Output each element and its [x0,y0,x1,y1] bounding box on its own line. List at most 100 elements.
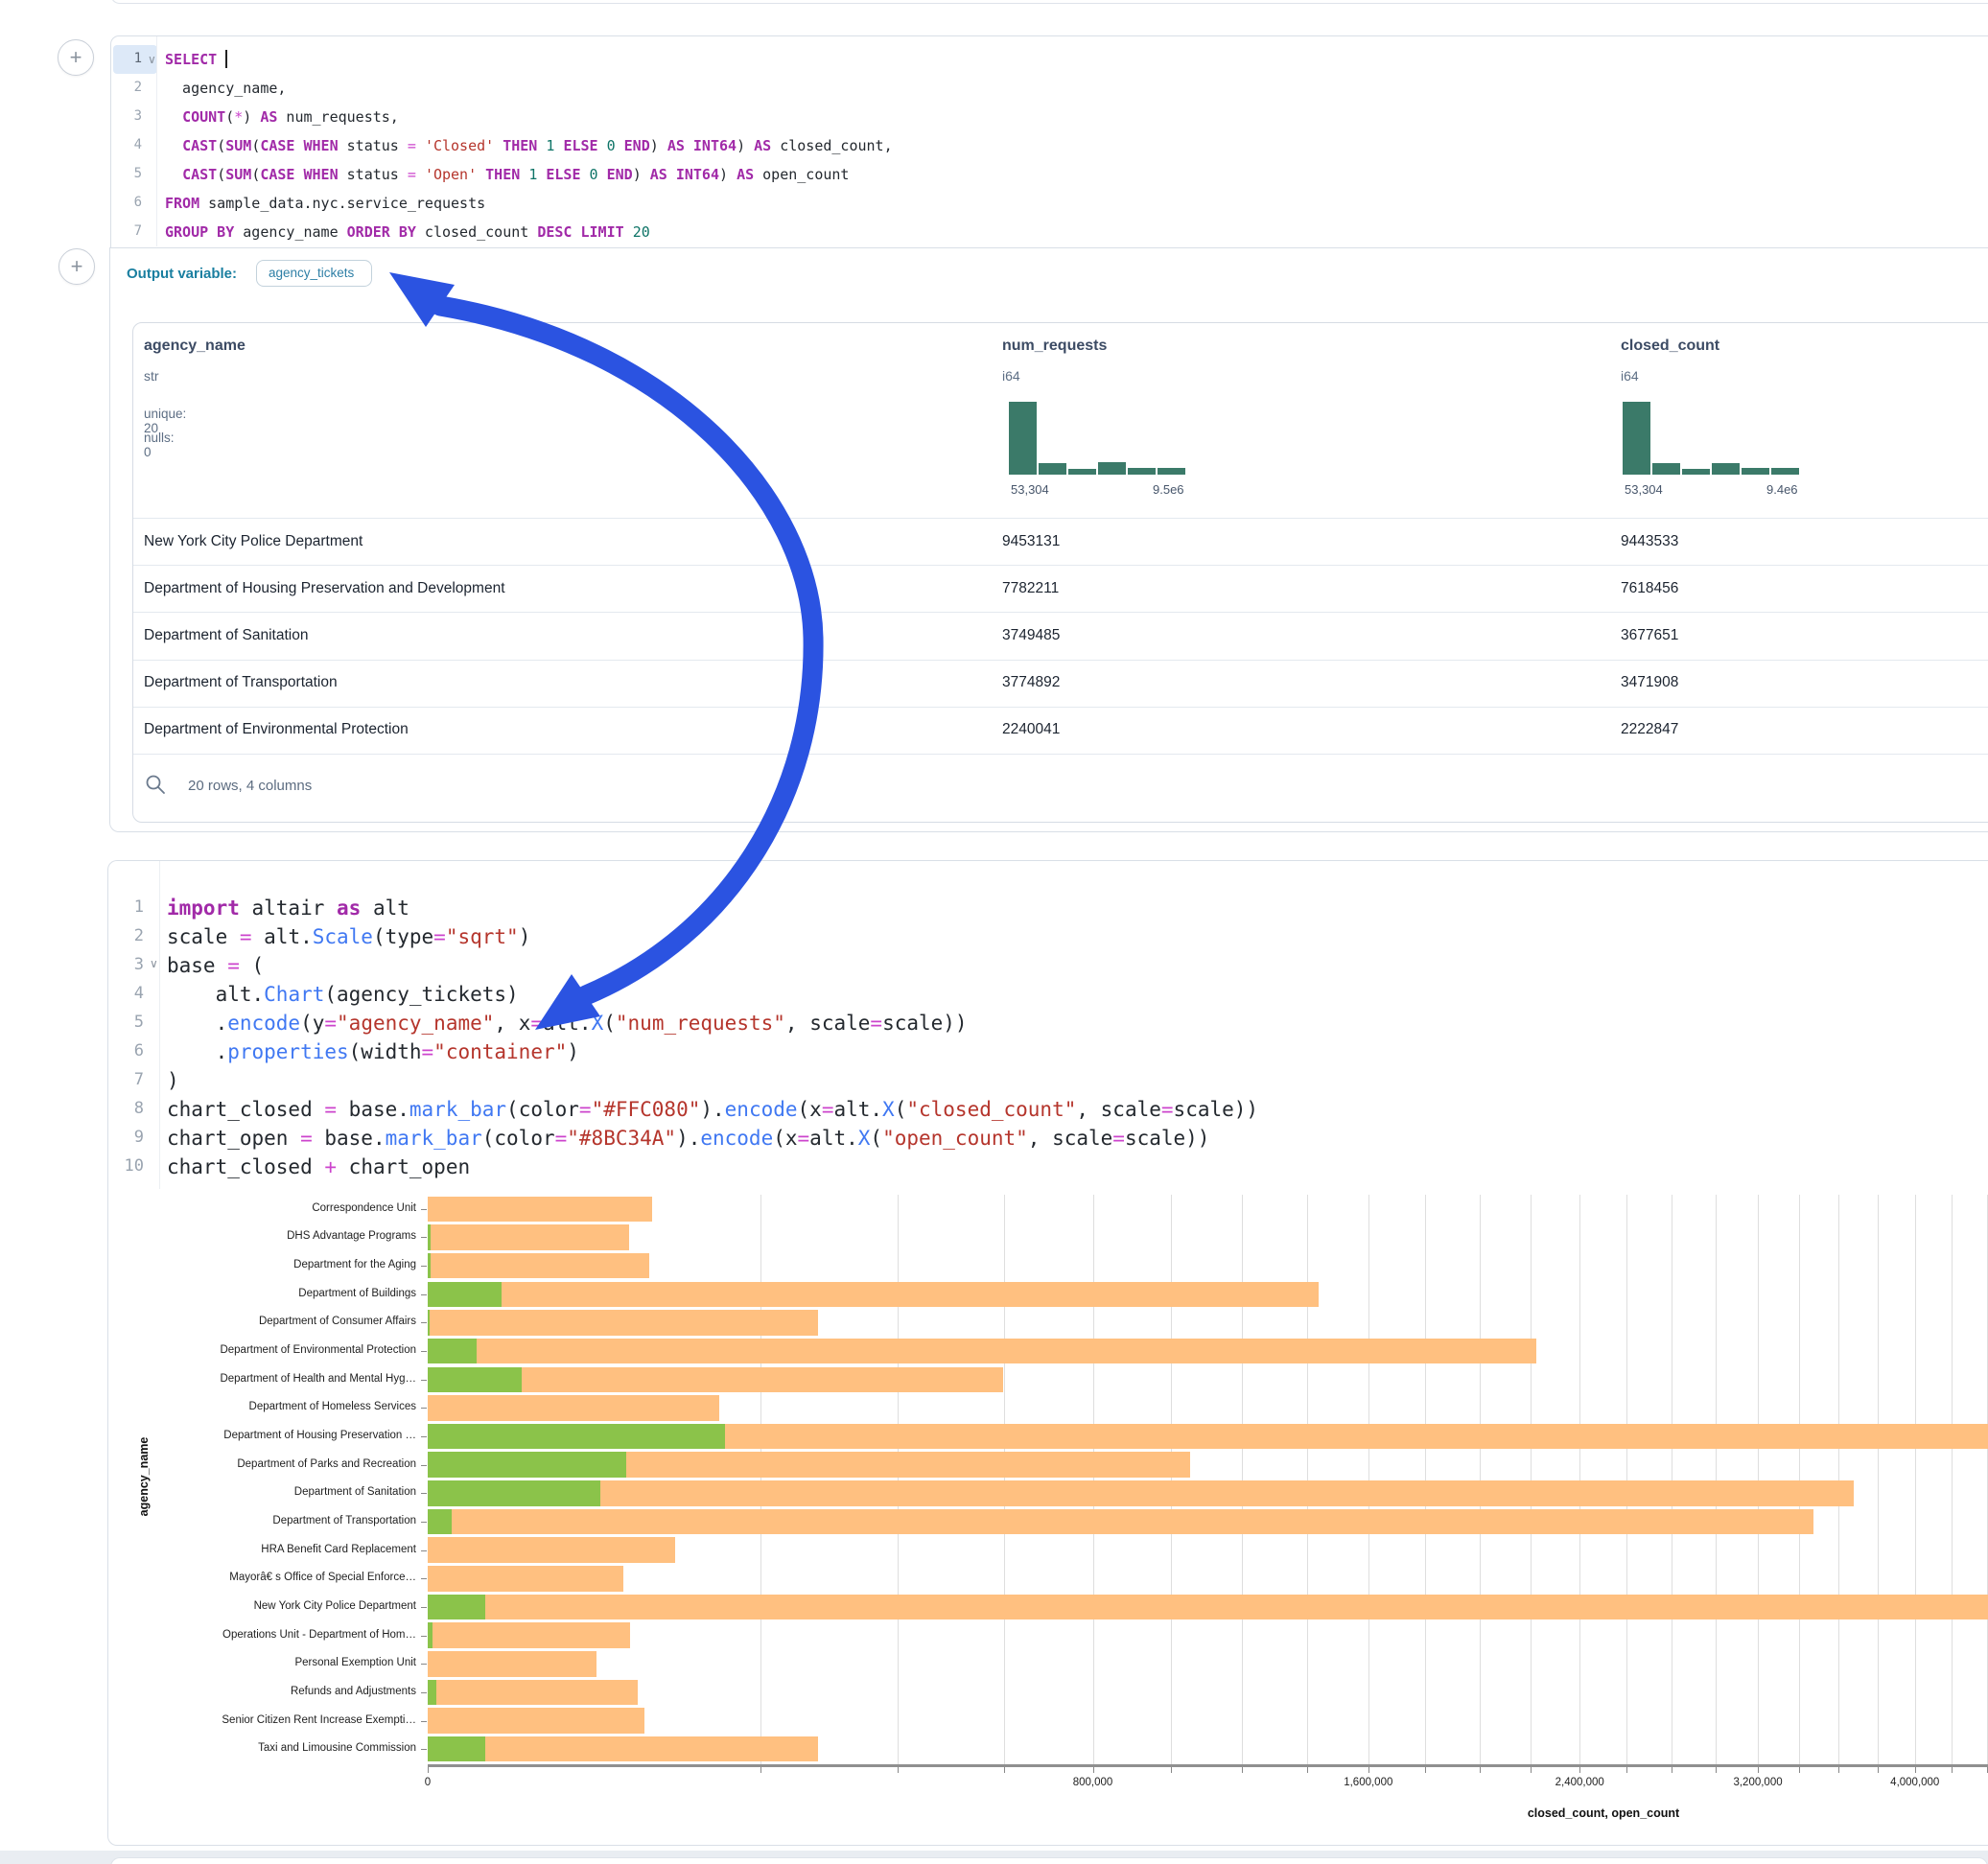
code-token: ) [567,1040,579,1063]
code-token: . [167,1012,227,1035]
table-cell-value[interactable]: 7618456 [1621,580,1678,597]
table-cell-agency[interactable]: Department of Environmental Protection [144,721,409,738]
code-token: , scale [785,1012,871,1035]
bar-closed_count [428,1339,1536,1364]
code-token: ( [603,1012,616,1035]
chart-x-tick-label: 2,400,000 [1522,1777,1637,1788]
code-token: (type [373,925,433,948]
table-cell-value[interactable]: 7782211 [1002,580,1059,597]
table-cell-value[interactable]: 3749485 [1002,627,1060,644]
fold-chevron-icon[interactable]: ∨ [148,53,156,66]
add-cell-button-output[interactable]: + [58,248,95,285]
bar-closed_count [428,1395,719,1421]
code-line: base = ( [167,951,264,980]
code-token: "container" [433,1040,567,1063]
histogram-bar [1068,469,1096,475]
code-line: .encode(y="agency_name", x=alt.X("num_re… [167,1009,968,1037]
code-token: altair [240,897,337,920]
code-token: = [422,1040,434,1063]
table-cell-agency[interactable]: Department of Transportation [144,674,338,691]
bar-closed_count [428,1537,675,1563]
table-row-count: 20 rows, 4 columns [188,778,312,794]
chart-y-label: Department for the Aging [125,1259,416,1270]
chart-y-label: Department of Buildings [125,1288,416,1299]
code-token: LIMIT [581,223,624,241]
table-cell-value[interactable]: 2240041 [1002,721,1060,738]
code-token: alt. [833,1098,882,1121]
table-cell-value[interactable]: 3471908 [1621,674,1678,691]
table-cell-agency[interactable]: New York City Police Department [144,533,363,550]
code-token: AS [667,137,685,154]
code-token: alt [361,897,409,920]
line-number: 5 [84,166,142,181]
line-number: 4 [86,984,144,1003]
line-number: 4 [84,137,142,152]
table-cell-value[interactable]: 2222847 [1621,721,1678,738]
code-token: base. [337,1098,409,1121]
fold-chevron-icon[interactable]: ∨ [150,957,158,970]
code-token: encode [725,1098,798,1121]
chart-y-label: New York City Police Department [125,1600,416,1612]
chart-x-tick [1952,1767,1953,1773]
code-token: ( [225,108,234,126]
column-header-name[interactable]: num_requests [1002,338,1107,355]
histogram-bar [1652,463,1680,475]
chart-x-tick [1915,1767,1916,1773]
table-cell-value[interactable]: 9453131 [1002,533,1060,550]
code-token: INT64 [676,166,719,183]
row-separator [133,565,1988,566]
chart-y-tick [421,1550,427,1551]
code-token: "num_requests" [616,1012,785,1035]
search-icon[interactable] [144,773,167,796]
code-line: .properties(width="container") [167,1037,579,1066]
chart-y-label: Department of Consumer Affairs [125,1316,416,1327]
column-header-name[interactable]: agency_name [144,338,246,355]
bar-closed_count [428,1566,623,1592]
chart-y-tick [421,1607,427,1608]
chart-x-axis-line [428,1764,1988,1767]
chart-y-axis-title: agency_name [137,1405,151,1549]
code-line: CAST(SUM(CASE WHEN status = 'Open' THEN … [165,160,849,189]
code-token: (agency_tickets) [324,983,518,1006]
chart-y-label: DHS Advantage Programs [125,1230,416,1242]
table-cell-value[interactable]: 3677651 [1621,627,1678,644]
code-token: WHEN [304,166,339,183]
code-token: sample_data.nyc.service_requests [199,195,485,212]
table-cell-agency[interactable]: Department of Housing Preservation and D… [144,580,505,597]
bar-open_count [428,1509,452,1535]
chart-x-axis-title: closed_count, open_count [1488,1806,1719,1820]
code-token: SUM [225,137,251,154]
code-line: agency_name, [165,74,286,103]
code-token: X [882,1098,895,1121]
bar-closed_count [428,1310,818,1336]
code-token: (y [300,1012,324,1035]
chart-gridline [1838,1195,1839,1764]
chart-gridline [1242,1195,1243,1764]
chart-y-label: Correspondence Unit [125,1202,416,1214]
code-token: CAST [182,137,217,154]
bar-open_count [428,1339,477,1364]
line-number: 2 [86,926,144,945]
output-variable-input[interactable]: agency_tickets [256,260,372,287]
histogram-bar [1771,468,1799,475]
code-token: alt. [809,1127,858,1150]
code-token: = [555,1127,568,1150]
code-token: status [339,166,408,183]
next-cell-edge [110,1857,1988,1864]
bar-closed_count [428,1595,1988,1620]
code-token: END [607,166,633,183]
chart-y-tick [421,1749,427,1750]
code-token: 1 [528,166,537,183]
chart-gridline [1425,1195,1426,1764]
table-cell-value[interactable]: 3774892 [1002,674,1060,691]
gutter-divider [156,36,157,246]
column-header-name[interactable]: closed_count [1621,338,1719,355]
chart-gridline [1878,1195,1879,1764]
chart-gridline [1758,1195,1759,1764]
code-token: . [167,1040,227,1063]
line-number: 7 [84,223,142,239]
table-cell-agency[interactable]: Department of Sanitation [144,627,308,644]
table-cell-value[interactable]: 9443533 [1621,533,1678,550]
chart-x-tick [1307,1767,1308,1773]
code-token: = [324,1098,337,1121]
